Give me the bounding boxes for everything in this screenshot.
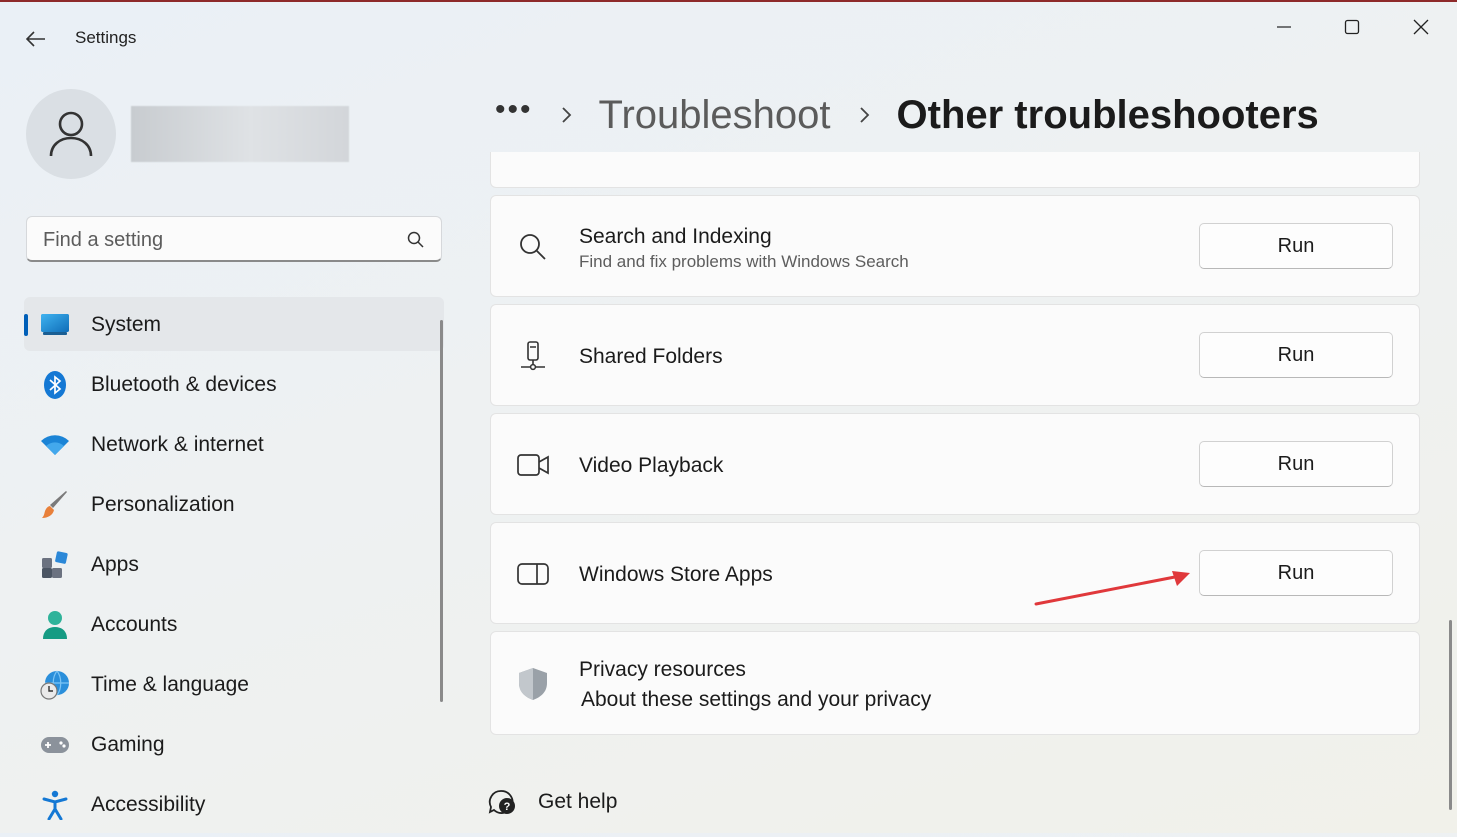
gamepad-icon [40,730,70,760]
privacy-resources-card: Privacy resources About these settings a… [490,631,1420,735]
sidebar-item-label: System [91,313,162,336]
sidebar-item-label: Accessibility [91,793,206,816]
minimize-icon [1277,26,1291,28]
run-shared-folders-button[interactable]: Run [1199,332,1393,378]
troubleshooter-card-partial [490,152,1420,188]
get-help-link[interactable]: ? Get help [488,786,617,818]
breadcrumb-troubleshoot-link[interactable]: Troubleshoot [599,93,831,138]
get-help-label: Get help [538,790,618,813]
close-icon [1413,19,1429,35]
troubleshooter-title: Windows Store Apps [579,563,773,586]
avatar[interactable] [26,89,116,179]
help-chat-icon: ? [488,790,515,814]
sidebar-item-label: Apps [91,553,139,576]
bluetooth-icon [40,370,70,400]
troubleshooter-card-search-indexing: Search and Indexing Find and fix problem… [490,195,1420,297]
sidebar-item-label: Network & internet [91,433,264,456]
sidebar-scrollbar[interactable] [440,320,443,702]
selection-indicator [24,314,28,336]
shield-icon [515,666,551,702]
minimize-button[interactable] [1261,10,1307,44]
annotation-arrow-icon [1034,571,1190,606]
brush-icon [40,490,70,520]
sidebar-item-system[interactable]: System [24,297,444,351]
sidebar-item-personalization[interactable]: Personalization [24,477,444,531]
title-bar: Settings [0,2,1457,72]
sidebar-item-time-language[interactable]: Time & language [24,657,444,711]
search-icon[interactable] [407,231,425,249]
monitor-icon [40,310,70,340]
content-scrollbar[interactable] [1449,620,1452,810]
sidebar-item-network[interactable]: Network & internet [24,417,444,471]
troubleshooter-subtitle: Find and fix problems with Windows Searc… [579,252,909,271]
sidebar-item-label: Accounts [91,613,178,636]
privacy-link[interactable]: About these settings and your privacy [581,688,931,712]
sidebar-item-label: Time & language [91,673,249,696]
sidebar-item-label: Bluetooth & devices [91,373,277,396]
close-button[interactable] [1398,10,1444,44]
apps-icon [40,550,70,580]
sidebar-item-gaming[interactable]: Gaming [24,717,444,771]
troubleshooter-card-windows-store-apps: Windows Store Apps Run [490,522,1420,624]
search-input[interactable] [41,226,395,254]
profile-name-redacted [131,106,349,162]
sidebar-item-label: Personalization [91,493,235,516]
run-windows-store-apps-button[interactable]: Run [1199,550,1393,596]
back-button[interactable] [18,22,54,56]
troubleshooter-card-video-playback: Video Playback Run [490,413,1420,515]
accessibility-icon [40,790,70,820]
svg-text:?: ? [504,801,511,813]
troubleshooter-card-shared-folders: Shared Folders Run [490,304,1420,406]
breadcrumb-overflow-button[interactable]: ••• [495,93,533,127]
store-app-icon [515,556,551,592]
arrow-left-icon [26,31,45,47]
sidebar-nav: System Bluetooth & devices Network & int… [24,297,444,837]
person-placeholder-icon [49,111,93,157]
troubleshooter-title: Search and Indexing [579,225,772,248]
run-video-playback-button[interactable]: Run [1199,441,1393,487]
sidebar-item-bluetooth[interactable]: Bluetooth & devices [24,357,444,411]
chevron-right-icon [561,106,573,124]
run-search-indexing-button[interactable]: Run [1199,223,1393,269]
maximize-button[interactable] [1329,10,1375,44]
video-camera-icon [515,447,551,483]
app-title: Settings [75,28,137,47]
troubleshooter-title: Video Playback [579,454,724,477]
privacy-title: Privacy resources [579,658,746,681]
sidebar-item-accounts[interactable]: Accounts [24,597,444,651]
wifi-icon [40,430,70,460]
sidebar-item-apps[interactable]: Apps [24,537,444,591]
search-icon [515,229,551,265]
person-icon [40,610,70,640]
sidebar-item-accessibility[interactable]: Accessibility [24,777,444,831]
breadcrumb: ••• Troubleshoot Other troubleshooters [495,88,1319,142]
settings-window: Settings System Bluet [0,0,1457,833]
chevron-right-icon [859,106,871,124]
search-box [26,216,442,262]
globe-clock-icon [40,670,70,700]
page-title: Other troubleshooters [896,92,1319,137]
sidebar-item-label: Gaming [91,733,165,756]
troubleshooter-title: Shared Folders [579,345,723,368]
shared-folder-icon [515,338,551,374]
maximize-icon [1344,19,1360,35]
